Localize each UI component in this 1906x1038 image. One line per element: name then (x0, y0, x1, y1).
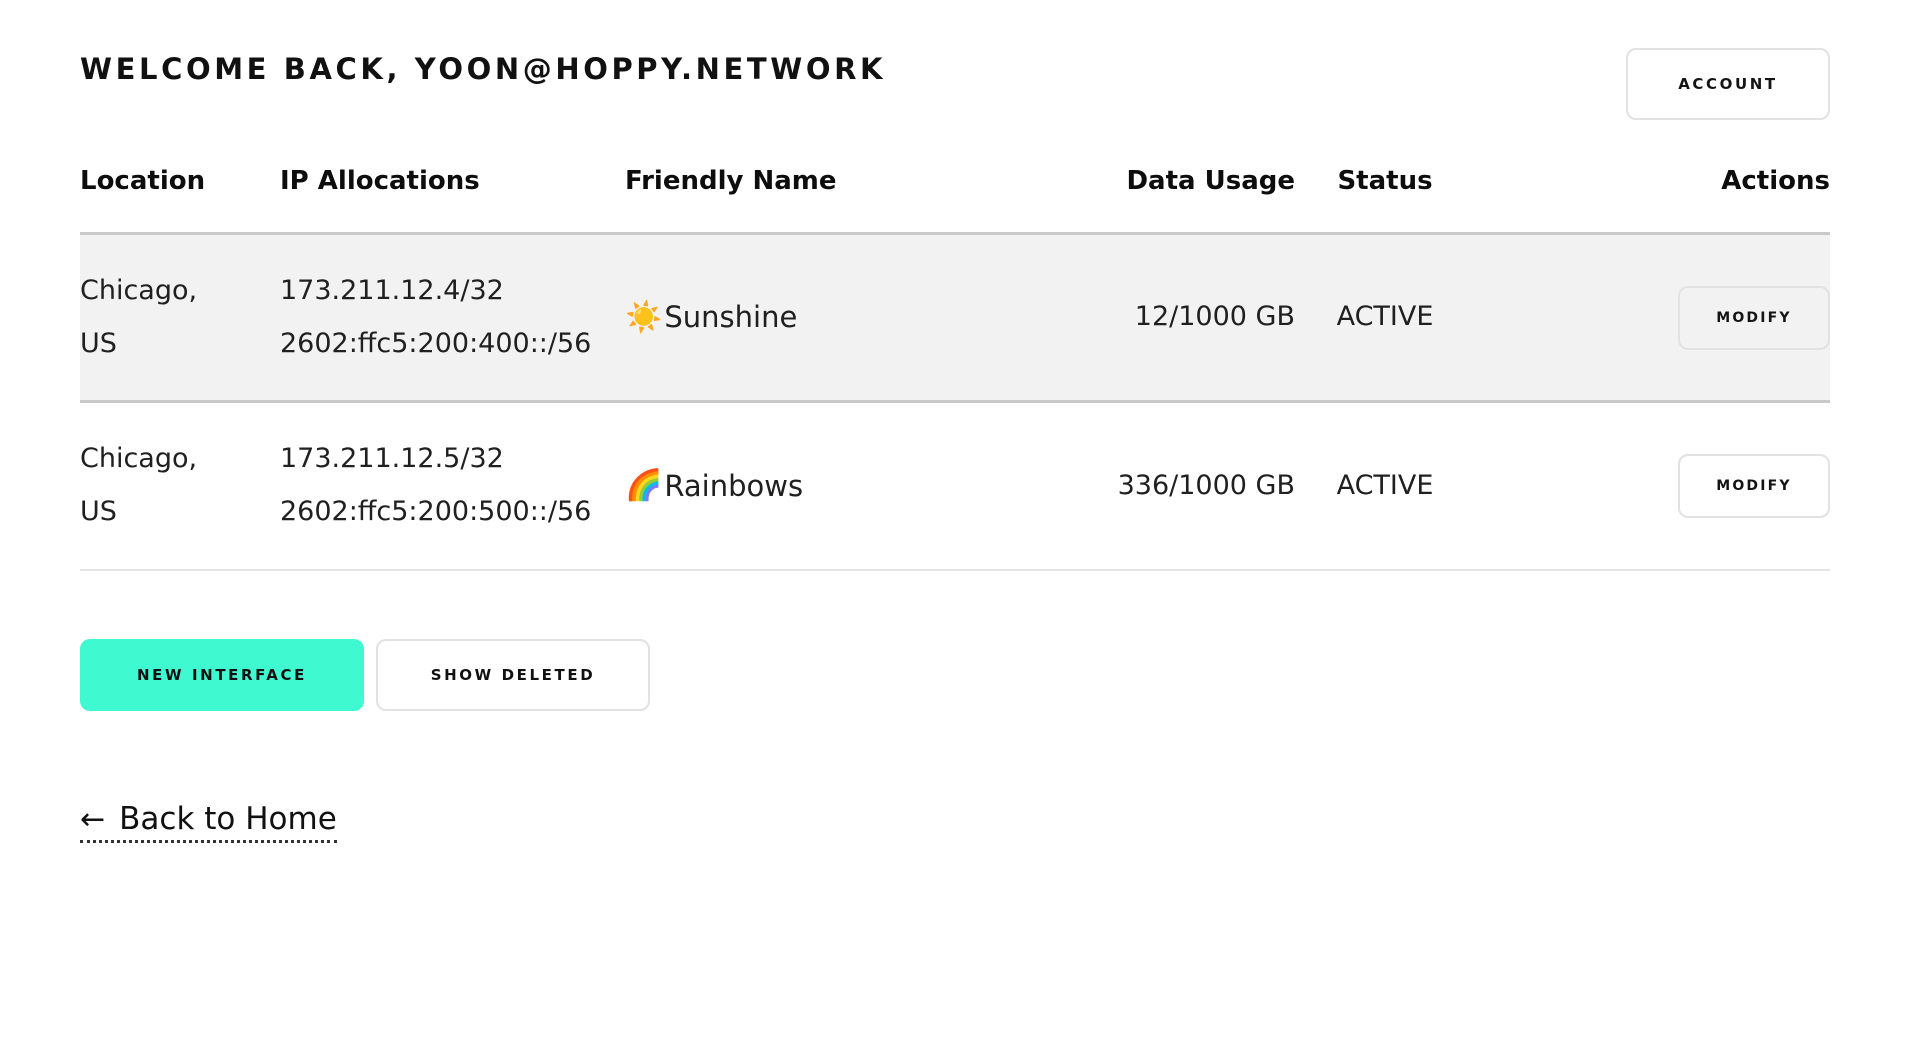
column-header-ip: IP Allocations (280, 166, 625, 235)
location-line-2: US (80, 327, 117, 359)
cell-data-usage: 12/1000 GB (1025, 233, 1295, 402)
page-title: WELCOME BACK, YOON@HOPPY.NETWORK (80, 52, 887, 86)
new-interface-button[interactable]: NEW INTERFACE (80, 638, 364, 711)
ip-v4-address: 173.211.12.5/32 (280, 443, 504, 475)
table-body: Chicago, US 173.211.12.4/32 2602:ffc5:20… (80, 233, 1830, 570)
table-row[interactable]: Chicago, US 173.211.12.4/32 2602:ffc5:20… (80, 233, 1830, 402)
cell-data-usage: 336/1000 GB (1117, 469, 1295, 501)
page-root: WELCOME BACK, YOON@HOPPY.NETWORK ACCOUNT… (0, 0, 1906, 1038)
friendly-name-label: Sunshine (664, 300, 798, 335)
account-button[interactable]: ACCOUNT (1626, 48, 1830, 120)
modify-button[interactable]: MODIFY (1678, 285, 1830, 350)
modify-button[interactable]: MODIFY (1678, 453, 1830, 518)
location-line-1: Chicago, (80, 275, 198, 306)
table-header-row: Location IP Allocations Friendly Name Da… (80, 166, 1830, 235)
column-header-friendly: Friendly Name (625, 166, 1025, 235)
interfaces-table: Location IP Allocations Friendly Name Da… (80, 166, 1830, 571)
back-to-home-label: Back to Home (119, 800, 337, 837)
friendly-name-label: Rainbows (664, 468, 804, 503)
cell-ip-allocations: 173.211.12.5/32 2602:ffc5:200:500::/56 (280, 402, 625, 570)
bottom-action-bar: NEW INTERFACE SHOW DELETED (80, 638, 1826, 711)
show-deleted-button[interactable]: SHOW DELETED (376, 638, 650, 711)
ip-v4-address: 173.211.12.4/32 (280, 275, 504, 306)
column-header-usage: Data Usage (1025, 166, 1295, 235)
location-line-1: Chicago, (80, 443, 198, 475)
cell-ip-allocations: 173.211.12.4/32 2602:ffc5:200:400::/56 (280, 233, 625, 402)
column-header-location: Location (80, 166, 280, 235)
column-header-status: Status (1295, 166, 1475, 235)
back-to-home-link[interactable]: ← Back to Home (80, 801, 337, 843)
cell-friendly-name: ☀️ Sunshine (625, 233, 1025, 402)
cell-friendly-name: 🌈 Rainbows (625, 402, 1025, 570)
ip-v6-address: 2602:ffc5:200:400::/56 (280, 327, 592, 359)
page-header: WELCOME BACK, YOON@HOPPY.NETWORK ACCOUNT (80, 0, 1830, 120)
table-row[interactable]: Chicago, US 173.211.12.5/32 2602:ffc5:20… (80, 402, 1830, 570)
ip-v6-address: 2602:ffc5:200:500::/56 (280, 495, 592, 527)
status-badge: ACTIVE (1336, 469, 1434, 501)
cell-location: Chicago, US (80, 402, 280, 570)
cell-location: Chicago, US (80, 233, 280, 402)
location-line-2: US (80, 495, 117, 527)
cell-actions: MODIFY (1475, 402, 1830, 570)
column-header-actions: Actions (1475, 166, 1830, 235)
table-header: Location IP Allocations Friendly Name Da… (80, 166, 1830, 235)
status-badge: ACTIVE (1295, 233, 1475, 402)
rainbow-emoji: 🌈 (625, 467, 663, 503)
arrow-left-icon: ← (80, 801, 106, 837)
sun-emoji: ☀️ (625, 299, 663, 335)
cell-actions: MODIFY (1475, 233, 1830, 402)
